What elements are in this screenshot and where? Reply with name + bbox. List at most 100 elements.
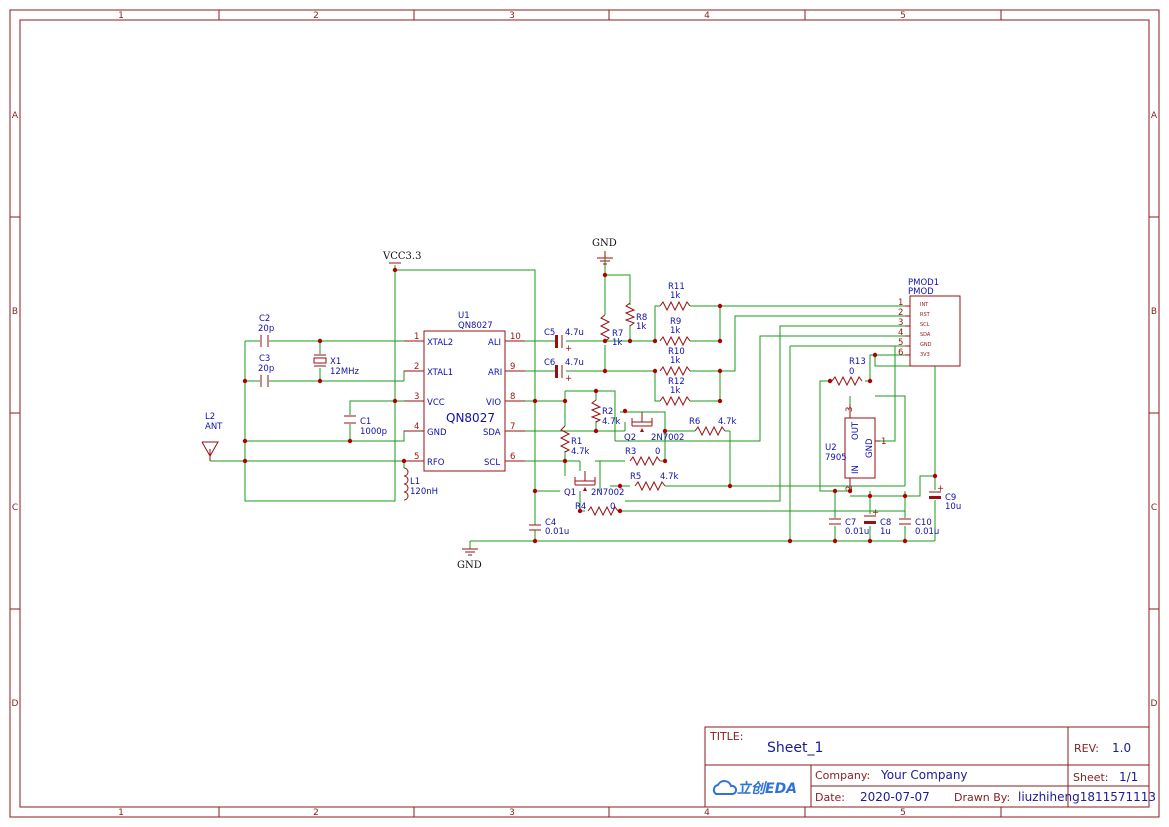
cloud-icon xyxy=(712,780,738,795)
zone-row-left-d: D xyxy=(12,699,19,709)
pmod1-pin5-num: 5 xyxy=(898,338,903,348)
r5-value: 4.7k xyxy=(660,472,679,482)
q2-ref: Q2 xyxy=(624,433,636,443)
x1-ref: X1 xyxy=(330,357,341,367)
c9-value: 10u xyxy=(945,502,961,512)
pmod1-pin6-name: 3V3 xyxy=(920,352,930,358)
x1-value: 12MHz xyxy=(330,367,360,377)
r6-ref: R6 xyxy=(689,417,700,427)
pmod1-pin1-name: INT xyxy=(920,302,929,308)
r13-ref: R13 xyxy=(849,357,866,367)
l2-ref: L2 xyxy=(205,412,215,422)
zone-col-top-4: 4 xyxy=(704,11,710,21)
c10-value: 0.01u xyxy=(915,527,939,537)
r5-resistor: R5 4.7k xyxy=(630,472,679,492)
r9-resistor: R9 1k xyxy=(659,317,691,347)
u1-pin5-num: 5 xyxy=(414,452,419,462)
c1-value: 1000p xyxy=(360,427,387,437)
zone-row-right-d: D xyxy=(1151,699,1158,709)
q2-mosfet: Q2 2N7002 xyxy=(624,412,684,443)
lceda-logo: 立创EDA xyxy=(712,780,797,797)
pmod1-pin4-name: SDA xyxy=(920,332,931,338)
r4-ref: R4 xyxy=(575,502,586,512)
l1-ref: L1 xyxy=(410,477,420,487)
schematic-sheet: 1 2 3 4 5 1 2 3 4 5 A B C D A B C D VCC3… xyxy=(9,9,1160,818)
c3-capacitor: C3 20p xyxy=(258,354,274,387)
date-label: Date: xyxy=(815,791,845,804)
title-label: TITLE: xyxy=(709,730,743,743)
u1-pin4-name: GND xyxy=(427,428,447,438)
u1-pin9-name: ARI xyxy=(488,368,502,378)
l2-value: ANT xyxy=(205,422,223,432)
u1-pin8-num: 8 xyxy=(510,392,515,402)
zone-col-top-2: 2 xyxy=(313,11,319,21)
r7-value: 1k xyxy=(612,338,622,348)
gnd-symbol-bottom: GND xyxy=(457,548,482,571)
zone-col-bottom-2: 2 xyxy=(313,808,319,818)
u2-pin1-num: 1 xyxy=(881,437,886,447)
r8-value: 1k xyxy=(636,322,646,332)
company-label: Company: xyxy=(815,769,870,782)
r6-resistor: R6 4.7k xyxy=(689,417,737,437)
drawn-by-value: liuzhiheng1811571113 xyxy=(1018,790,1156,804)
pmod1-connector: PMOD1 PMOD 1 INT 2 RST 3 SCL 4 SDA 5 GND… xyxy=(898,278,961,367)
u1-pin2-name: XTAL1 xyxy=(427,368,453,378)
q1-mosfet: Q1 2N7002 xyxy=(564,471,624,498)
c2-capacitor: C2 20p xyxy=(258,314,274,347)
pmod1-pin4-num: 4 xyxy=(898,328,903,338)
r13-resistor: R13 0 xyxy=(831,357,866,387)
u1-value: QN8027 xyxy=(458,321,493,331)
r3-value: 0 xyxy=(655,447,660,457)
pmod1-pin6-num: 6 xyxy=(898,348,903,358)
svg-text:+: + xyxy=(872,508,879,518)
u1-pin4-num: 4 xyxy=(414,422,419,432)
c3-ref: C3 xyxy=(259,354,270,364)
u2-pin3-num: 3 xyxy=(845,407,855,412)
r2-ref: R2 xyxy=(602,407,613,417)
c7-value: 0.01u xyxy=(845,527,869,537)
gnd-net-label-bottom: GND xyxy=(457,560,482,571)
c4-value: 0.01u xyxy=(545,527,569,537)
u1-pin5-name: RFO xyxy=(427,458,445,468)
q1-value: 2N7002 xyxy=(591,488,624,498)
u1-ref: U1 xyxy=(458,311,470,321)
r3-resistor: R3 0 xyxy=(625,447,660,467)
pmod1-pin3-num: 3 xyxy=(898,318,903,328)
r8-resistor: R8 1k xyxy=(624,302,647,332)
r13-value: 0 xyxy=(849,367,854,377)
zone-row-left-b: B xyxy=(12,307,18,317)
pmod1-pin2-name: RST xyxy=(920,312,931,318)
junctions xyxy=(242,267,938,544)
u1-pin2-num: 2 xyxy=(414,362,419,372)
zone-col-bottom-3: 3 xyxy=(509,808,515,818)
pmod1-pin5-name: GND xyxy=(920,342,932,348)
u1-qn8027: U1 QN8027 QN8027 1 XTAL2 2 XTAL1 3 VCC 4… xyxy=(404,311,525,472)
u1-pin8-name: VIO xyxy=(486,398,501,408)
u1-body-label: QN8027 xyxy=(446,411,495,425)
r1-ref: R1 xyxy=(571,437,582,447)
u2-value: 7905 xyxy=(825,453,847,463)
u1-pin7-num: 7 xyxy=(510,422,515,432)
u1-pin6-num: 6 xyxy=(510,452,515,462)
zone-col-bottom-4: 4 xyxy=(704,808,710,818)
r4-value: 0 xyxy=(610,502,615,512)
u2-pin2-num: 2 xyxy=(845,486,855,491)
c6-ref: C6 xyxy=(544,358,555,368)
u1-pin10-name: ALI xyxy=(488,338,501,348)
c5-value: 4.7u xyxy=(565,328,584,338)
logo-text: 立创EDA xyxy=(737,780,797,797)
r6-value: 4.7k xyxy=(718,417,737,427)
pmod1-value: PMOD xyxy=(908,287,934,297)
x1-crystal: X1 12MHz xyxy=(313,354,360,377)
u2-pin3-name: OUT xyxy=(851,421,861,440)
r10-value: 1k xyxy=(670,356,680,366)
vcc-net-label: VCC3.3 xyxy=(382,251,421,262)
r3-ref: R3 xyxy=(625,447,636,457)
c3-value: 20p xyxy=(258,364,274,374)
sheet-frame: 1 2 3 4 5 1 2 3 4 5 A B C D A B C D xyxy=(9,9,1160,818)
u2-pin1-name: GND xyxy=(865,438,875,458)
zone-col-top-1: 1 xyxy=(118,11,124,21)
rev-label: REV: xyxy=(1074,742,1099,755)
pmod1-pin3-name: SCL xyxy=(920,322,930,328)
rev-value: 1.0 xyxy=(1112,741,1131,755)
